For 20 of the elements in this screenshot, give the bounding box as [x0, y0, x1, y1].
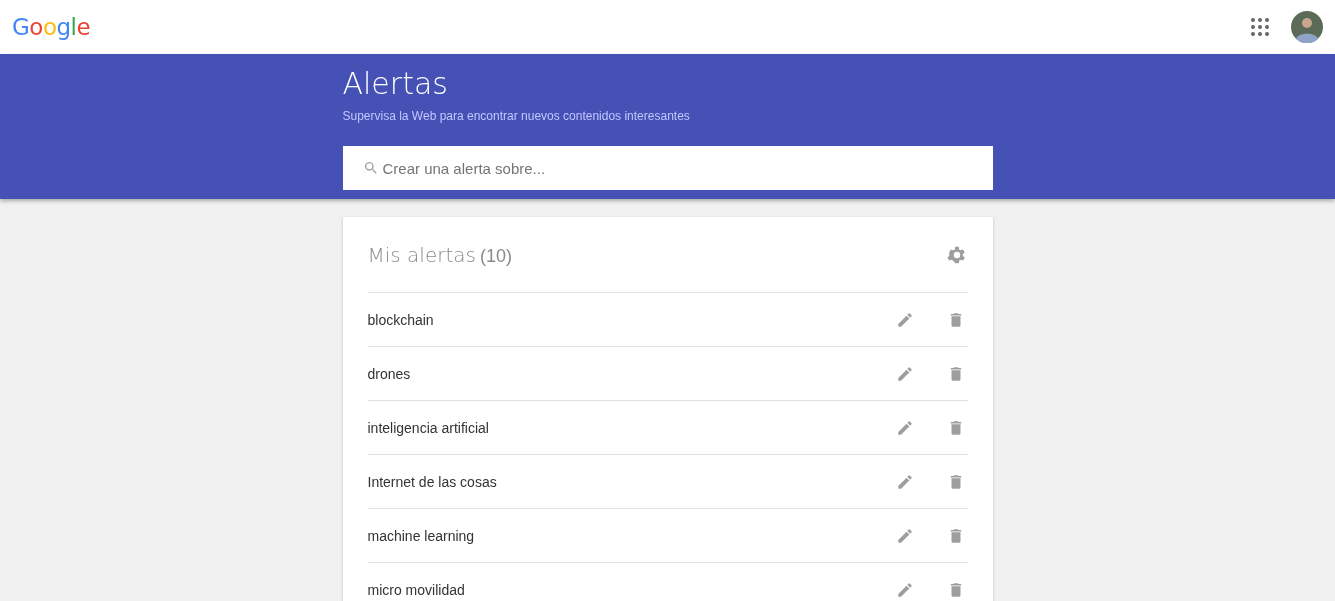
edit-icon[interactable] [895, 310, 914, 329]
google-logo[interactable]: Google [12, 14, 91, 40]
edit-icon[interactable] [895, 526, 914, 545]
alerts-count: (10) [479, 245, 512, 266]
alerts-title: Mis alertas [367, 242, 476, 267]
alert-name[interactable]: blockchain [367, 311, 434, 328]
alert-name[interactable]: inteligencia artificial [367, 419, 489, 436]
apps-grid-icon[interactable] [1251, 18, 1269, 36]
edit-icon[interactable] [895, 472, 914, 491]
edit-icon[interactable] [895, 418, 914, 437]
edit-icon[interactable] [895, 580, 914, 599]
alert-name[interactable]: micro movilidad [367, 581, 465, 598]
page-title: Alertas [342, 67, 449, 101]
alert-name[interactable]: Internet de las cosas [367, 473, 497, 490]
alert-name[interactable]: drones [367, 365, 411, 382]
edit-icon[interactable] [895, 364, 914, 383]
page-subtitle: Supervisa la Web para encontrar nuevos contenidos interesantes [342, 109, 691, 123]
search-field[interactable]: Crear una alerta sobre... [342, 146, 993, 190]
alert-name[interactable]: machine learning [367, 527, 475, 544]
avatar-icon[interactable] [1291, 11, 1323, 43]
